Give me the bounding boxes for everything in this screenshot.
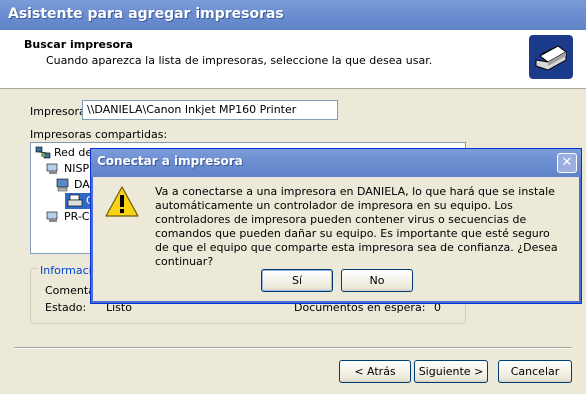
dialog-title: Conectar a impresora <box>97 154 243 168</box>
dialog-message: Va a conectarse a una impresora en DANIE… <box>155 185 558 268</box>
divider <box>14 347 572 349</box>
computer-icon <box>56 178 69 192</box>
printer-header-icon <box>529 35 573 79</box>
tree-item-label: NISP <box>64 162 90 175</box>
tree-item-network[interactable]: Red de <box>35 145 92 161</box>
warning-icon <box>105 186 139 217</box>
printer-label: Impresora: <box>30 105 90 118</box>
page-subtitle: Cuando aparezca la lista de impresoras, … <box>46 54 433 67</box>
printer-icon <box>67 194 83 207</box>
tree-item-label: PR-C <box>64 210 90 223</box>
next-button[interactable]: Siguiente > <box>414 360 488 383</box>
network-icon <box>35 146 51 159</box>
page-title: Buscar impresora <box>24 38 133 51</box>
window-title: Asistente para agregar impresoras <box>8 6 284 22</box>
shared-printers-label: Impresoras compartidas: <box>30 128 168 141</box>
tree-item-label: Red de <box>54 146 93 159</box>
tree-item-label: DA <box>74 178 90 191</box>
state-label: Estado: <box>45 301 87 314</box>
back-button[interactable]: < Atrás <box>339 360 411 383</box>
yes-button[interactable]: Sí <box>261 269 333 292</box>
window-titlebar[interactable]: Asistente para agregar impresoras <box>0 0 586 31</box>
close-icon[interactable]: ✕ <box>557 153 577 173</box>
wizard-header: Buscar impresora Cuando aparezca la list… <box>0 30 586 89</box>
printer-path-input[interactable]: \\DANIELA\Canon Inkjet MP160 Printer <box>82 100 338 120</box>
tree-item-printer-selected[interactable]: C <box>31 193 94 209</box>
cancel-button[interactable]: Cancelar <box>498 360 572 383</box>
tree-item-computer[interactable]: DA <box>55 177 90 193</box>
dialog-titlebar[interactable]: Conectar a impresora ✕ <box>91 149 581 177</box>
tree-item-domain[interactable]: NISP <box>45 161 89 177</box>
no-button[interactable]: No <box>341 269 413 292</box>
workgroup-icon <box>46 211 58 222</box>
connect-printer-dialog: Conectar a impresora ✕ Va a conectarse a… <box>90 148 582 304</box>
tree-item-other[interactable]: PR-C <box>45 209 89 225</box>
workgroup-icon <box>46 163 58 174</box>
